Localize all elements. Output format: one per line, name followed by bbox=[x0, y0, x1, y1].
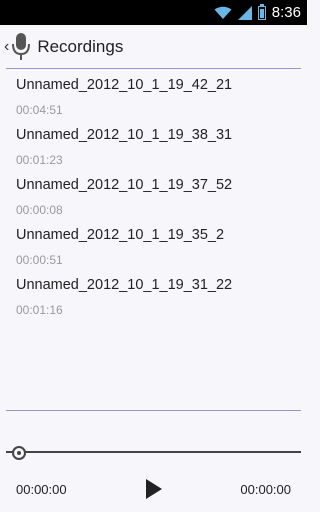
signal-icon bbox=[237, 5, 252, 20]
list-item[interactable]: Unnamed_2012_10_1_19_42_21 00:04:51 bbox=[0, 72, 307, 122]
recordings-list: Unnamed_2012_10_1_19_42_21 00:04:51 Unna… bbox=[0, 72, 307, 322]
recording-name: Unnamed_2012_10_1_19_37_52 bbox=[16, 177, 233, 193]
list-item[interactable]: Unnamed_2012_10_1_19_37_52 00:00:08 bbox=[0, 172, 307, 222]
play-icon bbox=[146, 479, 162, 499]
player-divider bbox=[6, 410, 301, 411]
action-bar: ‹ Recordings bbox=[0, 25, 307, 69]
microphone-icon bbox=[12, 33, 31, 60]
up-button[interactable]: ‹ bbox=[0, 25, 37, 69]
recording-duration: 00:01:16 bbox=[16, 303, 63, 317]
recording-name: Unnamed_2012_10_1_19_35_2 bbox=[16, 227, 225, 243]
recording-duration: 00:00:51 bbox=[16, 253, 63, 267]
seek-thumb[interactable] bbox=[12, 446, 26, 460]
battery-icon bbox=[257, 3, 266, 20]
recording-name: Unnamed_2012_10_1_19_42_21 bbox=[16, 77, 233, 93]
list-item[interactable]: Unnamed_2012_10_1_19_31_22 00:01:16 bbox=[0, 272, 307, 322]
recording-duration: 00:00:08 bbox=[16, 203, 63, 217]
recording-duration: 00:01:23 bbox=[16, 153, 63, 167]
recording-name: Unnamed_2012_10_1_19_38_31 bbox=[16, 127, 233, 143]
list-item[interactable]: Unnamed_2012_10_1_19_38_31 00:01:23 bbox=[0, 122, 307, 172]
status-time: 8:36 bbox=[271, 4, 301, 21]
play-button[interactable] bbox=[141, 477, 165, 501]
action-bar-divider bbox=[6, 68, 301, 69]
recording-name: Unnamed_2012_10_1_19_31_22 bbox=[16, 277, 233, 293]
status-bar: 8:36 bbox=[0, 0, 307, 25]
current-time: 00:00:00 bbox=[16, 482, 67, 497]
wifi-icon bbox=[214, 6, 232, 19]
chevron-left-icon: ‹ bbox=[4, 38, 10, 55]
total-time: 00:00:00 bbox=[240, 482, 291, 497]
seek-bar[interactable] bbox=[6, 451, 301, 453]
recording-duration: 00:04:51 bbox=[16, 103, 63, 117]
list-item[interactable]: Unnamed_2012_10_1_19_35_2 00:00:51 bbox=[0, 222, 307, 272]
page-title: Recordings bbox=[37, 37, 124, 56]
